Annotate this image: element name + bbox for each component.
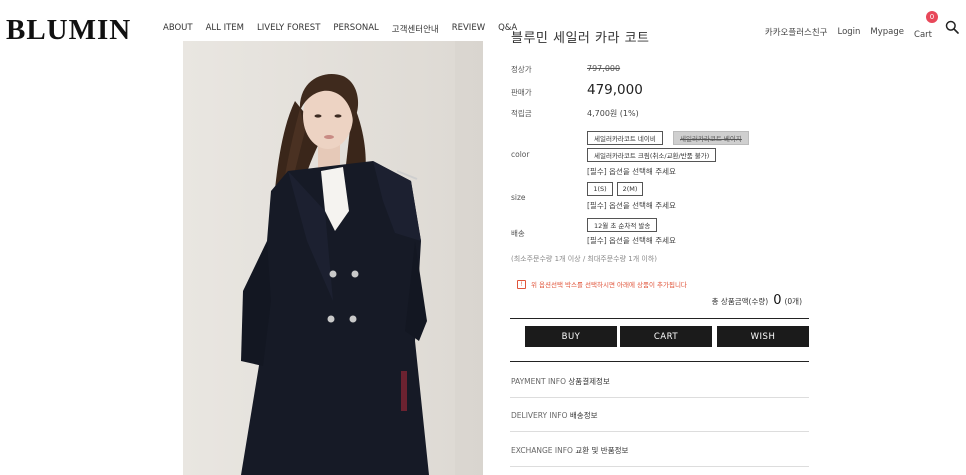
kakao-plus-friend-link[interactable]: 카카오플러스친구 (765, 26, 828, 38)
login-link[interactable]: Login (837, 27, 860, 37)
accordion-exchange-kr: 교환 및 반품정보 (575, 446, 629, 455)
regular-price-label: 정상가 (511, 65, 532, 74)
divider (510, 361, 809, 362)
nav-about[interactable]: ABOUT (163, 23, 193, 35)
warning-icon: ! (517, 279, 526, 289)
divider (510, 431, 809, 432)
model-wearing-coat-image (183, 41, 483, 475)
option-size-2m[interactable]: 2(M) (617, 182, 643, 196)
shipping-required-note: [필수] 옵션을 선택해 주세요 (587, 236, 676, 245)
sale-price-label: 판매가 (511, 88, 532, 97)
option-color-navy[interactable]: 세일러카라코트 네이비 (587, 131, 663, 145)
search-icon[interactable] (945, 20, 959, 34)
cart-count-badge: 0 (926, 11, 939, 23)
total-quantity: 0 (773, 293, 782, 308)
product-title: 블루민 세일러 카라 코트 (511, 31, 650, 46)
accordion-delivery-en: DELIVERY INFO (511, 411, 568, 420)
accordion-exchange-info[interactable]: EXCHANGE INFO 교환 및 반품정보 (511, 445, 628, 456)
nav-customer-center[interactable]: 고객센터안내 (392, 23, 439, 35)
nav-lively-forest[interactable]: LIVELY FOREST (257, 23, 320, 35)
divider (510, 397, 809, 398)
nav-review[interactable]: REVIEW (452, 23, 485, 35)
total-amount: 총 상품금액(수량) 0 (0개) (712, 293, 802, 308)
min-max-order-note: (최소주문수량 1개 이상 / 최대주문수량 1개 이하) (511, 255, 657, 263)
total-count: (0개) (784, 297, 802, 306)
accordion-exchange-en: EXCHANGE INFO (511, 446, 573, 455)
accordion-payment-en: PAYMENT INFO (511, 377, 566, 386)
accordion-delivery-info[interactable]: DELIVERY INFO 배송정보 (511, 410, 598, 421)
brand-logo[interactable]: BLUMIN (6, 14, 131, 47)
accordion-payment-info[interactable]: PAYMENT INFO 상품결제정보 (511, 376, 610, 387)
main-nav: ABOUT ALL ITEM LIVELY FOREST PERSONAL 고객… (163, 23, 530, 35)
cart-link-wrap[interactable]: Cart 0 (914, 11, 939, 41)
points-label: 적립금 (511, 109, 532, 118)
size-label: size (511, 193, 526, 202)
buy-button[interactable]: BUY (525, 326, 617, 347)
color-label: color (511, 150, 530, 159)
color-required-note: [필수] 옵션을 선택해 주세요 (587, 167, 676, 176)
add-to-cart-button[interactable]: CART (620, 326, 712, 347)
option-shipping-december[interactable]: 12월 초 순차적 발송 (587, 218, 658, 232)
option-warning: ! 위 옵션선택 박스를 선택하시면 아래에 상품이 추가됩니다 (517, 279, 687, 289)
cart-link[interactable]: Cart (914, 30, 932, 40)
accordion-delivery-kr: 배송정보 (569, 411, 598, 420)
size-required-note: [필수] 옵션을 선택해 주세요 (587, 201, 676, 210)
sale-price-value: 479,000 (587, 82, 643, 98)
points-value: 4,700원 (1%) (587, 109, 639, 118)
divider (510, 318, 809, 319)
mypage-link[interactable]: Mypage (870, 27, 904, 37)
regular-price-value: 797,000 (587, 64, 621, 73)
divider (510, 466, 809, 467)
option-color-beige-soldout[interactable]: 세일러카라코트 베이지 (673, 131, 749, 145)
product-photo (183, 41, 483, 475)
nav-personal[interactable]: PERSONAL (333, 23, 378, 35)
option-warning-text: 위 옵션선택 박스를 선택하시면 아래에 상품이 추가됩니다 (531, 281, 687, 289)
nav-all-item[interactable]: ALL ITEM (206, 23, 244, 35)
total-label: 총 상품금액(수량) (711, 297, 769, 306)
wishlist-button[interactable]: WISH (717, 326, 809, 347)
shipping-label: 배송 (511, 229, 525, 238)
accordion-payment-kr: 상품결제정보 (568, 377, 610, 386)
option-size-1s[interactable]: 1(S) (587, 182, 613, 196)
utility-nav: 카카오플러스친구 Login Mypage Cart 0 (755, 11, 939, 41)
option-color-cream[interactable]: 세일러카라코트 크림(취소/교환/반품 불가) (587, 148, 717, 162)
